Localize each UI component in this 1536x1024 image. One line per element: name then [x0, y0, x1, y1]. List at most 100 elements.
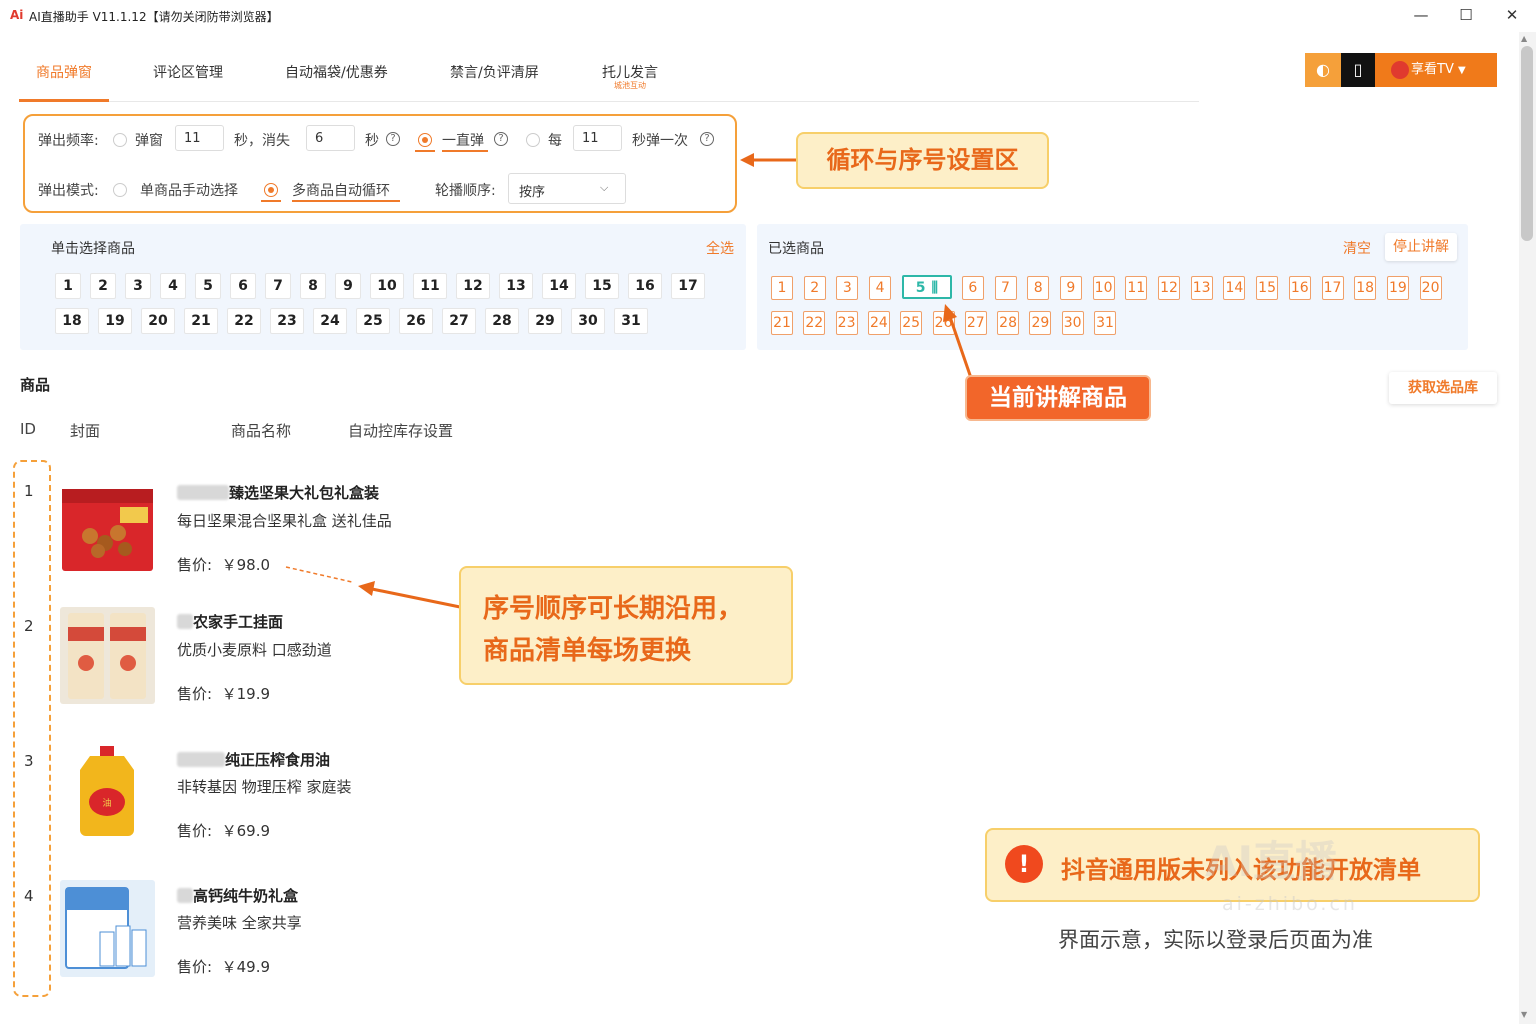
watermark-site: ai-zhibo.cn	[1222, 893, 1358, 915]
product-number-button[interactable]: 19	[98, 308, 132, 334]
scroll-down-icon[interactable]: ▼	[1521, 1010, 1527, 1019]
product-number-button[interactable]: 23	[270, 308, 304, 334]
dismiss-seconds-input[interactable]: 6	[306, 125, 355, 151]
selected-product-button[interactable]: 1	[771, 276, 793, 300]
product-desc: 营养美味 全家共享	[177, 914, 302, 932]
selected-product-button[interactable]: 17	[1321, 276, 1344, 300]
phone-icon[interactable]: ▯	[1341, 53, 1375, 87]
product-number-button[interactable]: 27	[442, 308, 476, 334]
app-logo-icon: Ai	[10, 8, 24, 22]
selected-product-button[interactable]: 3	[836, 276, 859, 300]
tab-comment-management[interactable]: 评论区管理	[153, 62, 223, 82]
product-number-button[interactable]: 11	[413, 273, 447, 299]
selected-product-button[interactable]: 9	[1059, 276, 1082, 300]
help-icon[interactable]: ?	[700, 132, 714, 146]
product-number-button[interactable]: 7	[265, 273, 291, 299]
product-number-button[interactable]: 22	[227, 308, 261, 334]
product-number-button[interactable]: 31	[614, 308, 648, 334]
product-number-button[interactable]: 30	[571, 308, 605, 334]
clear-link[interactable]: 清空	[1343, 238, 1371, 258]
selected-product-button[interactable]: 30	[1061, 311, 1084, 335]
selected-product-button[interactable]: 19	[1386, 276, 1409, 300]
current-product-button[interactable]: 5 ⫼	[901, 275, 952, 299]
selected-product-button[interactable]: 15	[1256, 276, 1279, 300]
product-number-button[interactable]: 29	[528, 308, 562, 334]
selected-product-button[interactable]: 22	[803, 311, 826, 335]
radio-every[interactable]	[526, 133, 540, 147]
stop-explain-button[interactable]: 停止讲解	[1385, 233, 1457, 261]
radio-always[interactable]	[418, 133, 432, 147]
product-number-button[interactable]: 17	[671, 273, 705, 299]
product-number-button[interactable]: 9	[335, 273, 361, 299]
product-number-button[interactable]: 18	[55, 308, 89, 334]
selected-product-button[interactable]: 13	[1190, 276, 1213, 300]
close-button[interactable]: ✕	[1498, 4, 1526, 26]
radio-popup[interactable]	[113, 133, 127, 147]
arrow-to-settings	[740, 153, 798, 167]
selected-product-button[interactable]: 14	[1223, 276, 1246, 300]
product-number-button[interactable]: 4	[160, 273, 186, 299]
selected-product-button[interactable]: 8	[1027, 276, 1050, 300]
product-number-button[interactable]: 25	[356, 308, 390, 334]
selected-product-button[interactable]: 25	[900, 311, 923, 335]
product-number-button[interactable]: 20	[141, 308, 175, 334]
blurred-brand	[177, 485, 229, 500]
product-number-button[interactable]: 26	[399, 308, 433, 334]
product-number-button[interactable]: 16	[628, 273, 662, 299]
help-icon[interactable]: ?	[386, 132, 400, 146]
selected-product-button[interactable]: 20	[1419, 276, 1442, 300]
mode-label: 弹出模式:	[38, 183, 99, 199]
product-name: 臻选坚果大礼包礼盒装	[177, 482, 379, 503]
selected-panel-title: 已选商品	[768, 241, 824, 257]
selected-product-button[interactable]: 10	[1092, 276, 1115, 300]
toggle-icon[interactable]: ◐	[1305, 53, 1341, 87]
selected-product-button[interactable]: 7	[994, 276, 1017, 300]
tab-shill-speak[interactable]: 托儿发言	[602, 62, 658, 82]
product-number-button[interactable]: 2	[90, 273, 116, 299]
popup-seconds-input[interactable]: 11	[175, 125, 224, 151]
selected-product-button[interactable]: 29	[1029, 311, 1052, 335]
selected-product-button[interactable]: 4	[869, 276, 892, 300]
tab-auto-lucky-bag[interactable]: 自动福袋/优惠券	[285, 62, 388, 82]
product-id: 2	[24, 617, 34, 635]
selected-product-button[interactable]: 31	[1094, 311, 1116, 335]
every-suffix-label: 秒弹一次	[632, 133, 688, 149]
product-number-button[interactable]: 24	[313, 308, 347, 334]
selected-product-button[interactable]: 23	[835, 311, 858, 335]
selected-product-button[interactable]: 6	[961, 276, 984, 300]
help-icon[interactable]: ?	[494, 132, 508, 146]
product-number-button[interactable]: 28	[485, 308, 519, 334]
product-number-button[interactable]: 14	[542, 273, 576, 299]
scroll-up-icon[interactable]: ▲	[1521, 34, 1527, 43]
every-seconds-input[interactable]: 11	[573, 125, 622, 151]
radio-single[interactable]	[113, 183, 127, 197]
product-number-button[interactable]: 5	[195, 273, 221, 299]
product-number-button[interactable]: 13	[499, 273, 533, 299]
selected-product-button[interactable]: 16	[1288, 276, 1311, 300]
product-number-button[interactable]: 21	[184, 308, 218, 334]
playing-icon: ⫼	[931, 280, 938, 296]
tab-product-popup[interactable]: 商品弹窗	[36, 62, 92, 82]
product-number-button[interactable]: 8	[300, 273, 326, 299]
scrollbar-thumb[interactable]	[1521, 46, 1533, 241]
minimize-button[interactable]: —	[1407, 4, 1435, 26]
product-number-button[interactable]: 12	[456, 273, 490, 299]
product-number-button[interactable]: 1	[55, 273, 81, 299]
product-number-button[interactable]: 3	[125, 273, 151, 299]
selected-product-button[interactable]: 24	[867, 311, 890, 335]
product-number-button[interactable]: 6	[230, 273, 256, 299]
fetch-library-button[interactable]: 获取选品库	[1389, 372, 1497, 404]
selected-product-button[interactable]: 28	[997, 311, 1020, 335]
radio-multi[interactable]	[264, 183, 278, 197]
selected-product-button[interactable]: 11	[1125, 276, 1148, 300]
select-all-link[interactable]: 全选	[706, 238, 734, 258]
account-dropdown[interactable]: 享看TV ▼	[1375, 53, 1497, 87]
product-number-button[interactable]: 15	[585, 273, 619, 299]
selected-product-button[interactable]: 12	[1158, 276, 1180, 300]
product-number-button[interactable]: 10	[370, 273, 404, 299]
selected-product-button[interactable]: 21	[771, 311, 793, 335]
tab-mute-clean[interactable]: 禁言/负评清屏	[450, 62, 539, 82]
maximize-button[interactable]: ☐	[1452, 4, 1480, 26]
selected-product-button[interactable]: 2	[803, 276, 826, 300]
selected-product-button[interactable]: 18	[1354, 276, 1377, 300]
